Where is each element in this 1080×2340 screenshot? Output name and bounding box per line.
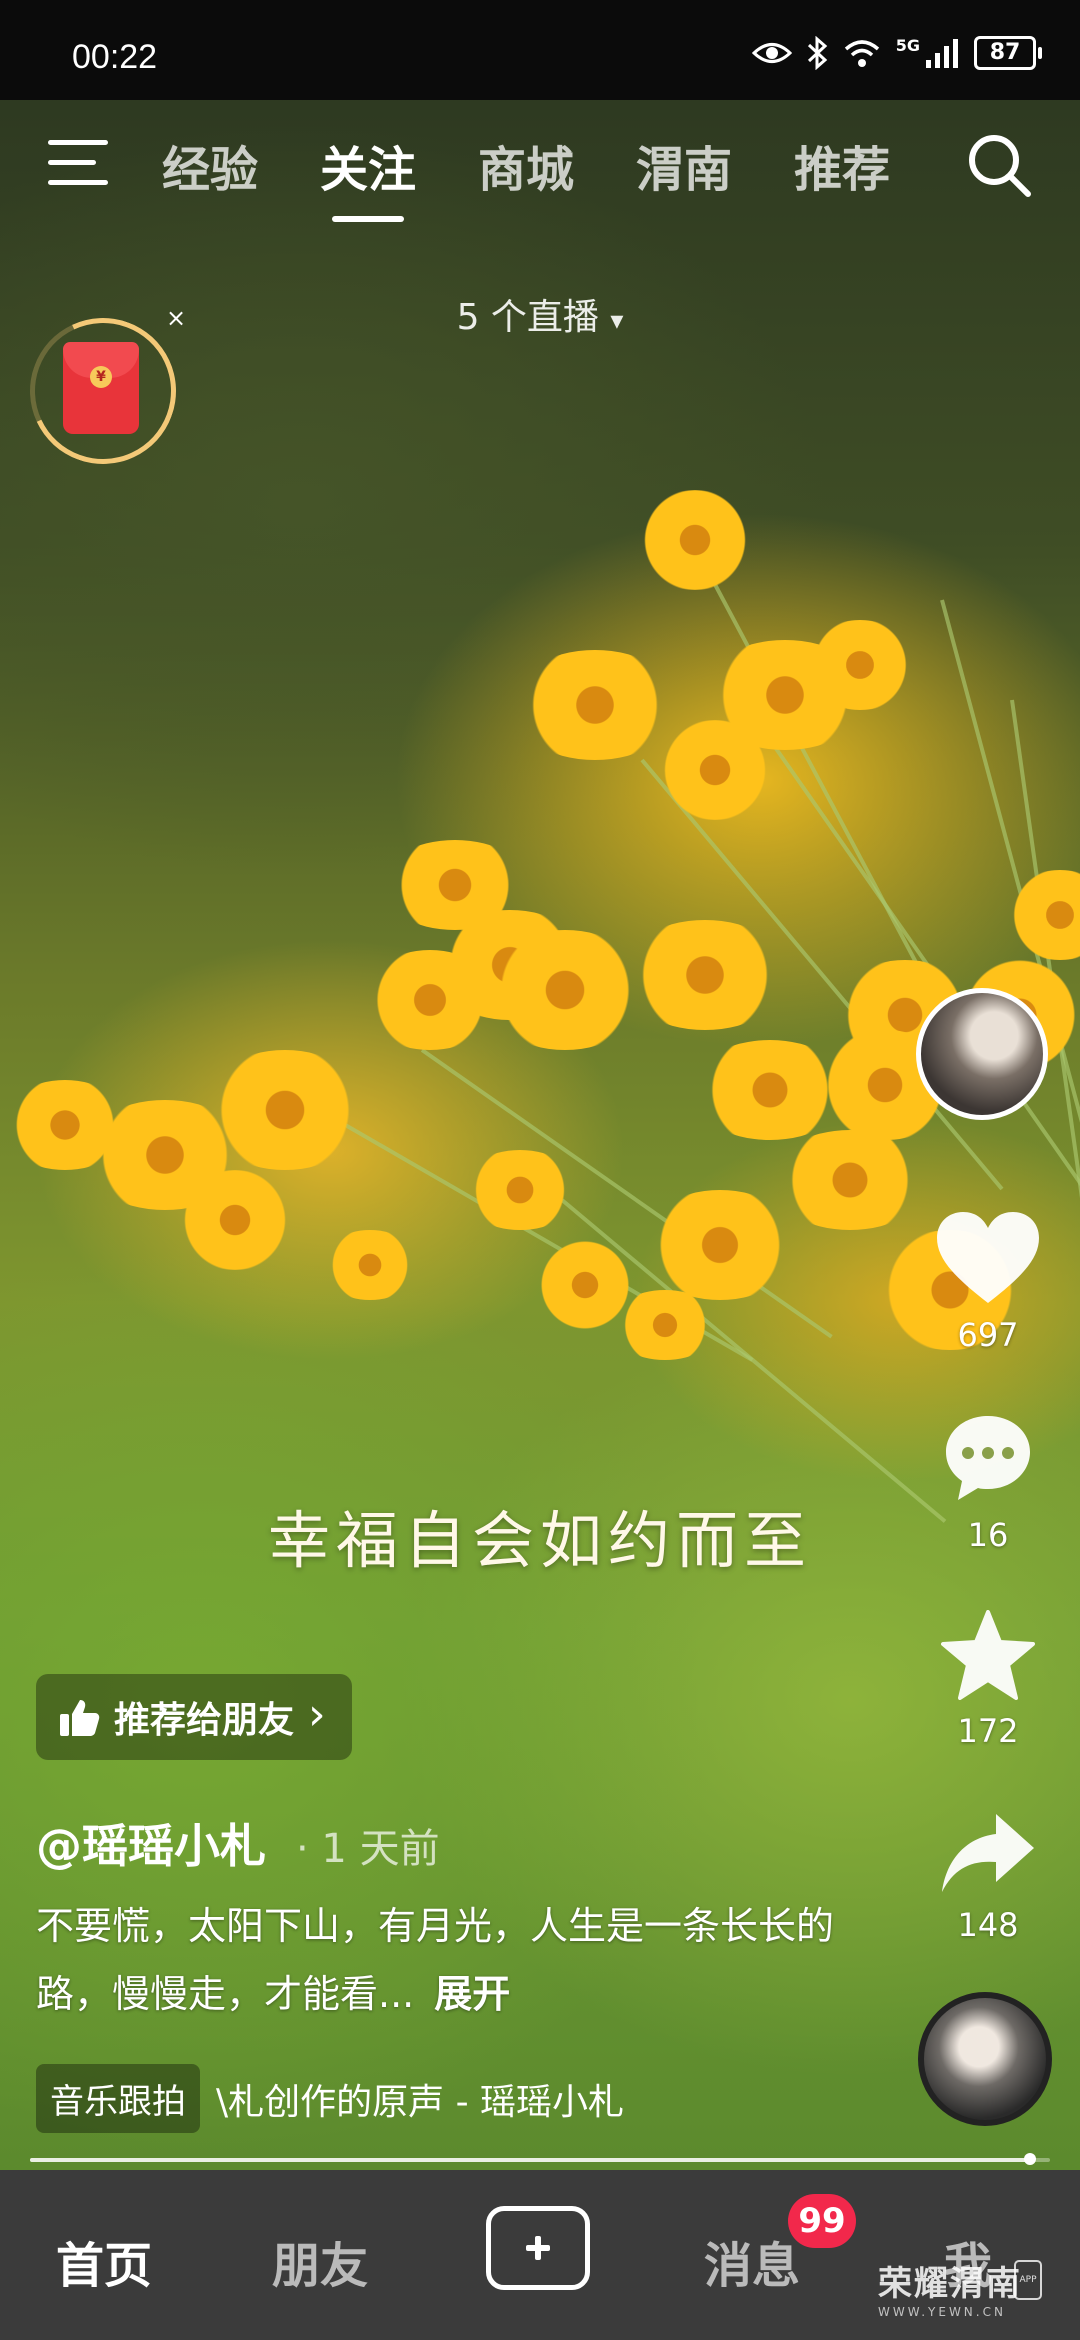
menu-icon[interactable]: [48, 140, 108, 190]
thumbs-up-icon: [60, 1700, 100, 1736]
close-icon[interactable]: ×: [166, 304, 186, 332]
eye-icon: [751, 43, 792, 63]
recommend-to-friend-button[interactable]: 推荐给朋友 ›: [36, 1674, 352, 1760]
post-description: 不要慌，太阳下山，有月光，人生是一条长长的路，慢慢走，才能看... 展开: [36, 1892, 836, 2028]
chevron-down-icon: ▾: [610, 306, 624, 336]
search-icon[interactable]: [964, 130, 1034, 200]
watermark-logo: 荣耀渭南 WWW.YEWN.CN APP: [878, 2256, 1042, 2319]
create-post-button[interactable]: [486, 2206, 590, 2290]
nav-messages[interactable]: 消息: [704, 2226, 800, 2296]
video-progress-bar[interactable]: [30, 2153, 1050, 2165]
share-count: 148: [957, 1906, 1019, 1944]
signal-icon: [926, 39, 958, 68]
favorite-count: 172: [957, 1712, 1019, 1750]
battery-level: 87: [989, 40, 1021, 65]
tab-following[interactable]: 关注: [320, 130, 416, 222]
tab-mall[interactable]: 商城: [478, 130, 574, 200]
wifi-icon: [844, 40, 879, 67]
like-count: 697: [957, 1316, 1019, 1354]
comment-button[interactable]: 16: [916, 1408, 1060, 1554]
nav-friends[interactable]: 朋友: [272, 2226, 368, 2296]
progress-fill: [30, 2158, 1030, 2162]
comment-count: 16: [967, 1516, 1009, 1554]
music-row[interactable]: 音乐跟拍 \札创作的原声 - 瑶瑶小札: [36, 2064, 776, 2133]
nav-home[interactable]: 首页: [56, 2226, 152, 2296]
share-button[interactable]: 148: [916, 1808, 1060, 1944]
author-avatar[interactable]: [916, 988, 1048, 1120]
top-tabs: 经验 关注 商城 渭南 推荐: [162, 130, 890, 222]
watermark-url: WWW.YEWN.CN: [878, 2305, 1006, 2319]
like-button[interactable]: 697: [916, 1208, 1060, 1354]
status-time: 00:22: [72, 38, 158, 76]
red-packet-widget[interactable]: ¥: [9, 297, 197, 485]
heart-icon: [937, 1212, 1039, 1303]
bluetooth-icon: [807, 36, 827, 70]
network-label: 5G: [895, 36, 920, 55]
share-icon: [942, 1814, 1034, 1892]
chevron-right-icon: ›: [308, 1688, 326, 1740]
battery-icon: 87: [974, 36, 1042, 70]
post-time: · 1 天前: [296, 1826, 440, 1872]
star-icon: [941, 1610, 1035, 1700]
top-nav: 经验 关注 商城 渭南 推荐: [0, 100, 1080, 230]
status-icons: 5G 87: [751, 36, 1042, 70]
tab-experience[interactable]: 经验: [162, 130, 258, 200]
favorite-button[interactable]: 172: [916, 1608, 1060, 1750]
author-name[interactable]: @瑶瑶小札: [36, 1810, 266, 1876]
tab-recommend[interactable]: 推荐: [794, 130, 890, 200]
music-disc[interactable]: [918, 1992, 1052, 2126]
message-badge: 99: [788, 2194, 856, 2248]
comment-icon: [946, 1416, 1030, 1500]
author-row: @瑶瑶小札 · 1 天前: [36, 1810, 440, 1876]
expand-button[interactable]: 展开: [434, 1972, 510, 2016]
coin-icon: ¥: [90, 366, 112, 388]
live-count-label: 5 个直播: [456, 297, 599, 338]
recommend-label: 推荐给朋友: [114, 1700, 295, 1741]
tab-weinan[interactable]: 渭南: [636, 130, 732, 200]
red-envelope-icon: ¥: [63, 342, 139, 434]
status-bar: 00:22 5G 87: [0, 0, 1080, 100]
watermark-app: APP: [1014, 2260, 1042, 2300]
music-title[interactable]: \札创作的原声 - 瑶瑶小札: [216, 2073, 776, 2125]
progress-handle[interactable]: [1023, 2153, 1036, 2165]
music-follow-tag[interactable]: 音乐跟拍: [36, 2064, 200, 2133]
